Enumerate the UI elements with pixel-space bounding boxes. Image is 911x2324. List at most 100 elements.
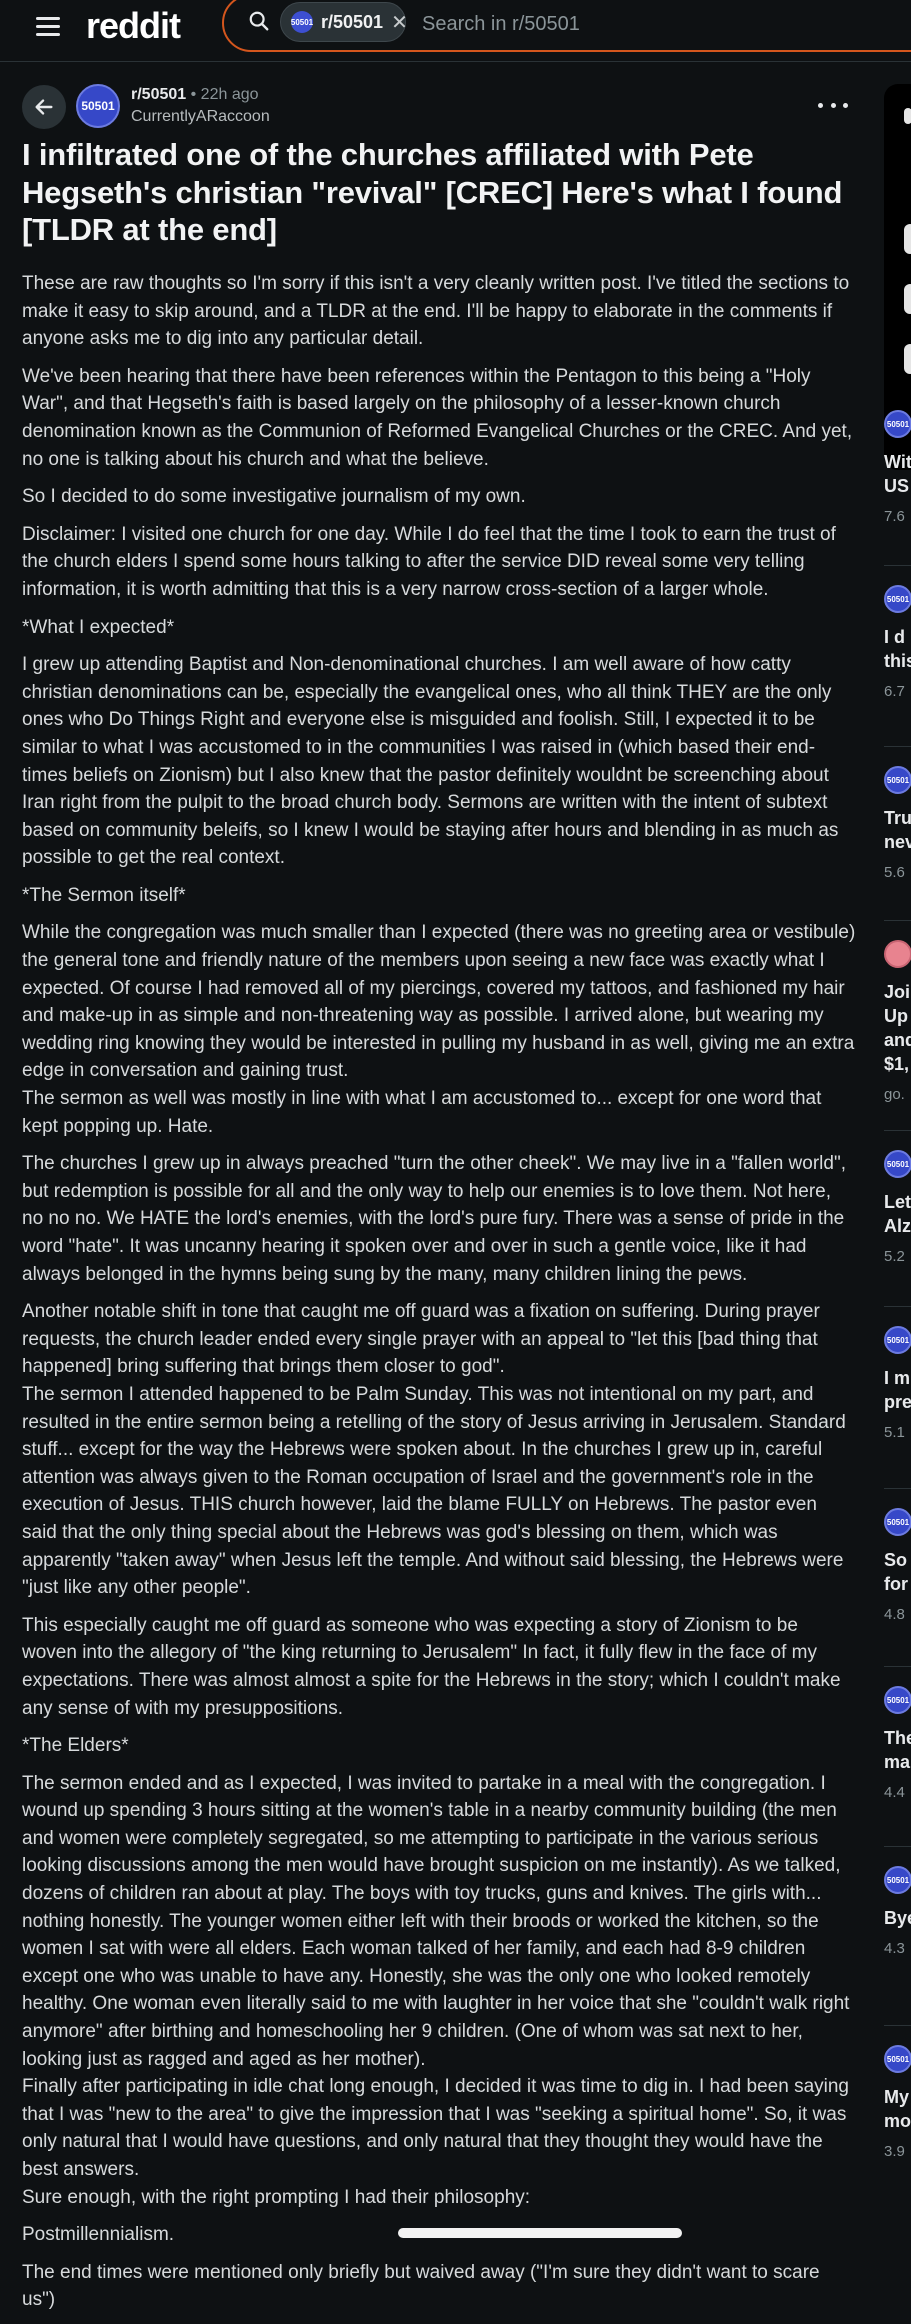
divider — [884, 920, 911, 921]
post-paragraph: The churches I grew up in always preache… — [22, 1153, 846, 1285]
related-post[interactable]: 50501 My mo 3.9 — [884, 2045, 911, 2160]
post-paragraph: The sermon ended and as I expected, I wa… — [22, 1772, 850, 2208]
related-post-title: ma — [884, 1752, 911, 1772]
related-post-title: Alz — [884, 1216, 911, 1236]
post-paragraph: So I decided to do some investigative jo… — [22, 486, 526, 508]
divider — [884, 1666, 911, 1667]
related-post-avatar: 50501 — [884, 1686, 911, 1714]
post-paragraph: *What I expected* — [22, 616, 175, 638]
related-post-meta: 5.2 — [884, 1248, 905, 1265]
post-paragraph: *The Elders* — [22, 1735, 129, 1757]
post-paragraph: This especially caught me off guard as s… — [22, 1614, 841, 1719]
author-link[interactable]: CurrentlyARaccoon — [131, 108, 270, 126]
menu-icon[interactable] — [36, 12, 60, 38]
promo-graphic — [904, 224, 911, 254]
related-post-title: Up — [884, 1006, 908, 1026]
related-post-avatar: 50501 — [884, 766, 911, 794]
reddit-logo[interactable]: reddit — [86, 4, 181, 48]
related-post-meta: 4.3 — [884, 1940, 905, 1957]
home-indicator — [398, 2228, 682, 2238]
subreddit-avatar[interactable]: 50501 — [76, 84, 120, 128]
more-options-icon[interactable] — [818, 95, 848, 115]
related-post-title: pre — [884, 1392, 911, 1412]
related-post-title: Let — [884, 1192, 911, 1212]
post-paragraph: Disclaimer: I visited one church for one… — [22, 523, 836, 600]
post-meta: r/50501 • 22h ago — [131, 86, 259, 104]
related-post-title: My — [884, 2087, 910, 2107]
related-post-avatar: 50501 — [884, 1866, 911, 1894]
post-paragraph: These are raw thoughts so I'm sorry if t… — [22, 273, 850, 350]
related-post-avatar: 50501 — [884, 1150, 911, 1178]
related-post[interactable]: 50501 Wit US 7.6 — [884, 410, 911, 525]
related-post-meta: 5.1 — [884, 1424, 905, 1441]
related-post-avatar: 50501 — [884, 1326, 911, 1354]
subreddit-chip-avatar: 50501 — [291, 11, 313, 33]
post-body: These are raw thoughts so I'm sorry if t… — [22, 270, 857, 2324]
related-post[interactable]: 50501 I m pre 5.1 — [884, 1326, 911, 1441]
related-post-title: for — [884, 1574, 908, 1594]
related-post-title: Tru — [884, 808, 911, 828]
related-post[interactable]: 50501 The ma 4.4 — [884, 1686, 911, 1801]
related-post-title: So — [884, 1550, 908, 1570]
top-bar: reddit 50501 r/50501 ✕ — [0, 0, 911, 62]
subreddit-chip-label: r/50501 — [321, 11, 384, 32]
related-post-meta: 3.9 — [884, 2143, 905, 2160]
subreddit-filter-chip[interactable]: 50501 r/50501 ✕ — [280, 2, 408, 42]
related-post[interactable]: 50501 So for 4.8 — [884, 1508, 911, 1623]
promo-graphic — [904, 344, 911, 374]
related-post-title: nev — [884, 832, 911, 852]
post-paragraph: Another notable shift in tone that caugh… — [22, 1301, 846, 1599]
arrow-left-icon — [35, 99, 53, 115]
divider — [884, 2025, 911, 2026]
related-post[interactable]: 50501 Tru nev 5.6 — [884, 766, 911, 881]
related-post[interactable]: 50501 Let Alz 5.2 — [884, 1150, 911, 1265]
divider — [884, 1488, 911, 1489]
related-post-title: Joi — [884, 982, 911, 1002]
search-icon — [249, 11, 269, 31]
related-post-avatar: 50501 — [884, 410, 911, 438]
related-post-meta: 5.6 — [884, 864, 905, 881]
related-post-title: I m — [884, 1368, 911, 1388]
post-paragraph: *The Sermon itself* — [22, 884, 186, 906]
related-post-meta: 6.7 — [884, 683, 905, 700]
promo-graphic — [904, 284, 911, 314]
divider — [884, 565, 911, 566]
related-post[interactable]: Joi Up and $1, go. — [884, 940, 911, 1103]
related-post-title: this — [884, 651, 911, 671]
related-post-meta: 4.4 — [884, 1784, 905, 1801]
related-post[interactable]: 50501 I d this 6.7 — [884, 585, 911, 700]
subreddit-link[interactable]: r/50501 — [131, 86, 186, 103]
divider — [884, 1130, 911, 1131]
meta-separator: • — [190, 86, 201, 103]
related-post-avatar: 50501 — [884, 2045, 911, 2073]
post-paragraph: We've been hearing that there have been … — [22, 365, 853, 470]
post-timestamp: 22h ago — [200, 86, 259, 103]
back-button[interactable] — [22, 85, 66, 129]
related-post-title: I d — [884, 627, 905, 647]
related-post-title: mo — [884, 2111, 911, 2131]
post-paragraph: I grew up attending Baptist and Non-deno… — [22, 654, 839, 869]
related-post-avatar: 50501 — [884, 1508, 911, 1536]
related-post-meta: go. — [884, 1086, 905, 1103]
search-input[interactable] — [420, 8, 884, 40]
related-post-title: The — [884, 1728, 911, 1748]
related-post[interactable]: 50501 Bye 4.3 — [884, 1866, 911, 1957]
promo-text-fragment — [904, 108, 911, 124]
related-post-title: and — [884, 1030, 911, 1050]
close-icon[interactable]: ✕ — [391, 10, 408, 35]
search-bar[interactable]: 50501 r/50501 ✕ — [222, 0, 911, 52]
related-post-title: US — [884, 476, 910, 496]
related-post-meta: 7.6 — [884, 508, 905, 525]
divider — [884, 1846, 911, 1847]
divider — [884, 746, 911, 747]
related-post-avatar — [884, 940, 911, 968]
related-post-title: Bye — [884, 1908, 911, 1928]
related-post-meta: 4.8 — [884, 1606, 905, 1623]
related-post-avatar: 50501 — [884, 585, 911, 613]
post-paragraph: The end times were mentioned only briefl… — [22, 2261, 820, 2311]
related-post-title: Wit — [884, 452, 911, 472]
related-post-title: $1, — [884, 1054, 910, 1074]
post-title: I infiltrated one of the churches affili… — [22, 137, 843, 247]
right-sidebar: 50501WitUS7.650501I dthis6.750501Trunev5… — [884, 84, 911, 2284]
divider — [884, 1306, 911, 1307]
